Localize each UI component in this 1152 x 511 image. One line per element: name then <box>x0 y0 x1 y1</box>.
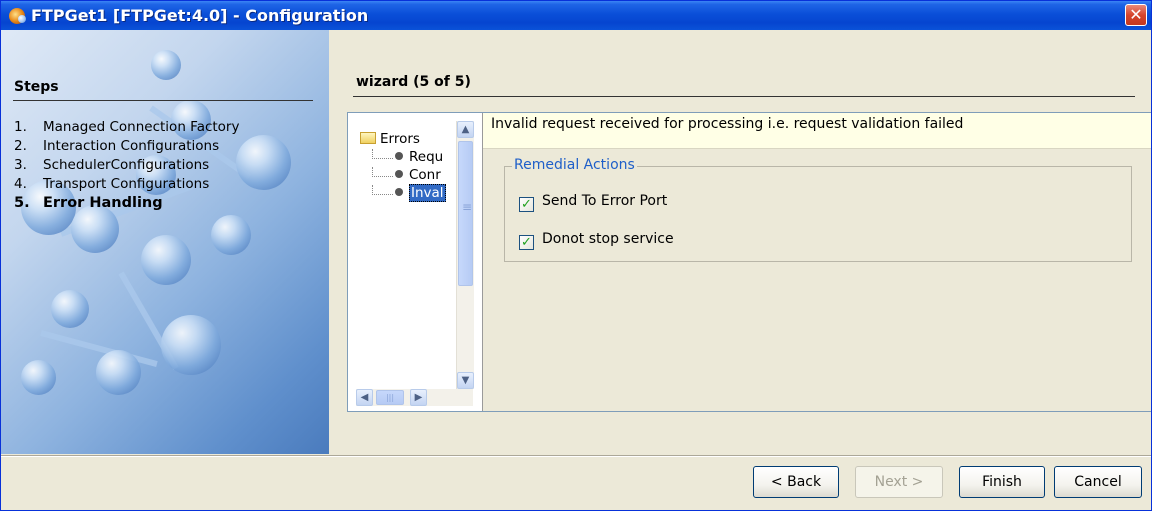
steps-list: 1. Managed Connection Factory 2. Interacti… <box>14 118 239 213</box>
step-item: 1. Managed Connection Factory <box>14 119 240 135</box>
tree-node-connection[interactable]: Conr <box>372 166 441 184</box>
app-icon <box>9 8 26 24</box>
footer-divider-highlight <box>1 456 1151 457</box>
tree-horizontal-scrollbar[interactable]: ◀ ||| ▶ <box>356 389 473 406</box>
donot-stop-service-checkbox[interactable]: ✓ <box>519 235 534 250</box>
scroll-left-icon[interactable]: ◀ <box>356 389 373 406</box>
window-title: FTPGet1 [FTPGet:4.0] - Configuration <box>31 6 369 25</box>
leaf-icon <box>395 152 403 160</box>
content-panel: Errors Requ Conr Inval ▲ ▼ ◀ ||| <box>347 112 1151 412</box>
send-to-error-port-option[interactable]: ✓ Send To Error Port <box>519 191 668 212</box>
step-item: 4. Transport Configurations <box>14 176 210 192</box>
leaf-icon <box>395 188 403 196</box>
next-button[interactable]: Next > <box>855 466 943 498</box>
send-to-error-port-checkbox[interactable]: ✓ <box>519 197 534 212</box>
scroll-up-icon[interactable]: ▲ <box>457 121 474 138</box>
tree-root-errors[interactable]: Errors <box>360 130 420 148</box>
finish-button[interactable]: Finish <box>959 466 1045 498</box>
vertical-scroll-thumb[interactable] <box>458 141 473 286</box>
wizard-title: wizard (5 of 5) <box>356 74 471 90</box>
folder-icon <box>360 132 376 144</box>
scroll-right-icon[interactable]: ▶ <box>410 389 427 406</box>
group-label: Remedial Actions <box>512 157 637 173</box>
step-item-current: 5. Error Handling <box>14 195 163 211</box>
cancel-button[interactable]: Cancel <box>1054 466 1142 498</box>
step-item: 2. Interaction Configurations <box>14 138 220 154</box>
horizontal-scroll-thumb[interactable]: ||| <box>376 390 404 405</box>
tree-node-invalid[interactable]: Inval <box>372 184 446 202</box>
steps-panel: Steps 1. Managed Connection Factory 2. Int… <box>1 30 329 454</box>
steps-divider <box>13 100 313 101</box>
tree-connector <box>372 149 393 159</box>
detail-panel: Invalid request received for processing … <box>483 113 1151 411</box>
configuration-window: FTPGet1 [FTPGet:4.0] - Configuration ✕ S… <box>0 0 1152 511</box>
donot-stop-service-option[interactable]: ✓ Donot stop service <box>519 229 674 250</box>
title-bar[interactable]: FTPGet1 [FTPGet:4.0] - Configuration ✕ <box>1 1 1151 30</box>
error-tree: Errors Requ Conr Inval ▲ ▼ ◀ ||| <box>348 113 483 411</box>
leaf-icon <box>395 170 403 178</box>
wizard-divider <box>353 96 1135 97</box>
remedial-actions-group: Remedial Actions ✓ Send To Error Port ✓ Do… <box>504 157 1132 262</box>
tree-node-request[interactable]: Requ <box>372 148 443 166</box>
scroll-down-icon[interactable]: ▼ <box>457 372 474 389</box>
tree-connector <box>372 185 393 195</box>
option-label: Donot stop service <box>542 231 674 247</box>
back-button[interactable]: < Back <box>753 466 839 498</box>
step-item: 3. SchedulerConfigurations <box>14 157 210 173</box>
tree-view: Errors Requ Conr Inval <box>352 117 456 387</box>
close-button[interactable]: ✕ <box>1125 4 1147 26</box>
error-description: Invalid request received for processing … <box>483 113 1151 149</box>
steps-title: Steps <box>14 79 59 95</box>
tree-connector <box>372 167 393 177</box>
option-label: Send To Error Port <box>542 193 668 209</box>
tree-vertical-scrollbar[interactable]: ▲ ▼ <box>456 121 474 389</box>
